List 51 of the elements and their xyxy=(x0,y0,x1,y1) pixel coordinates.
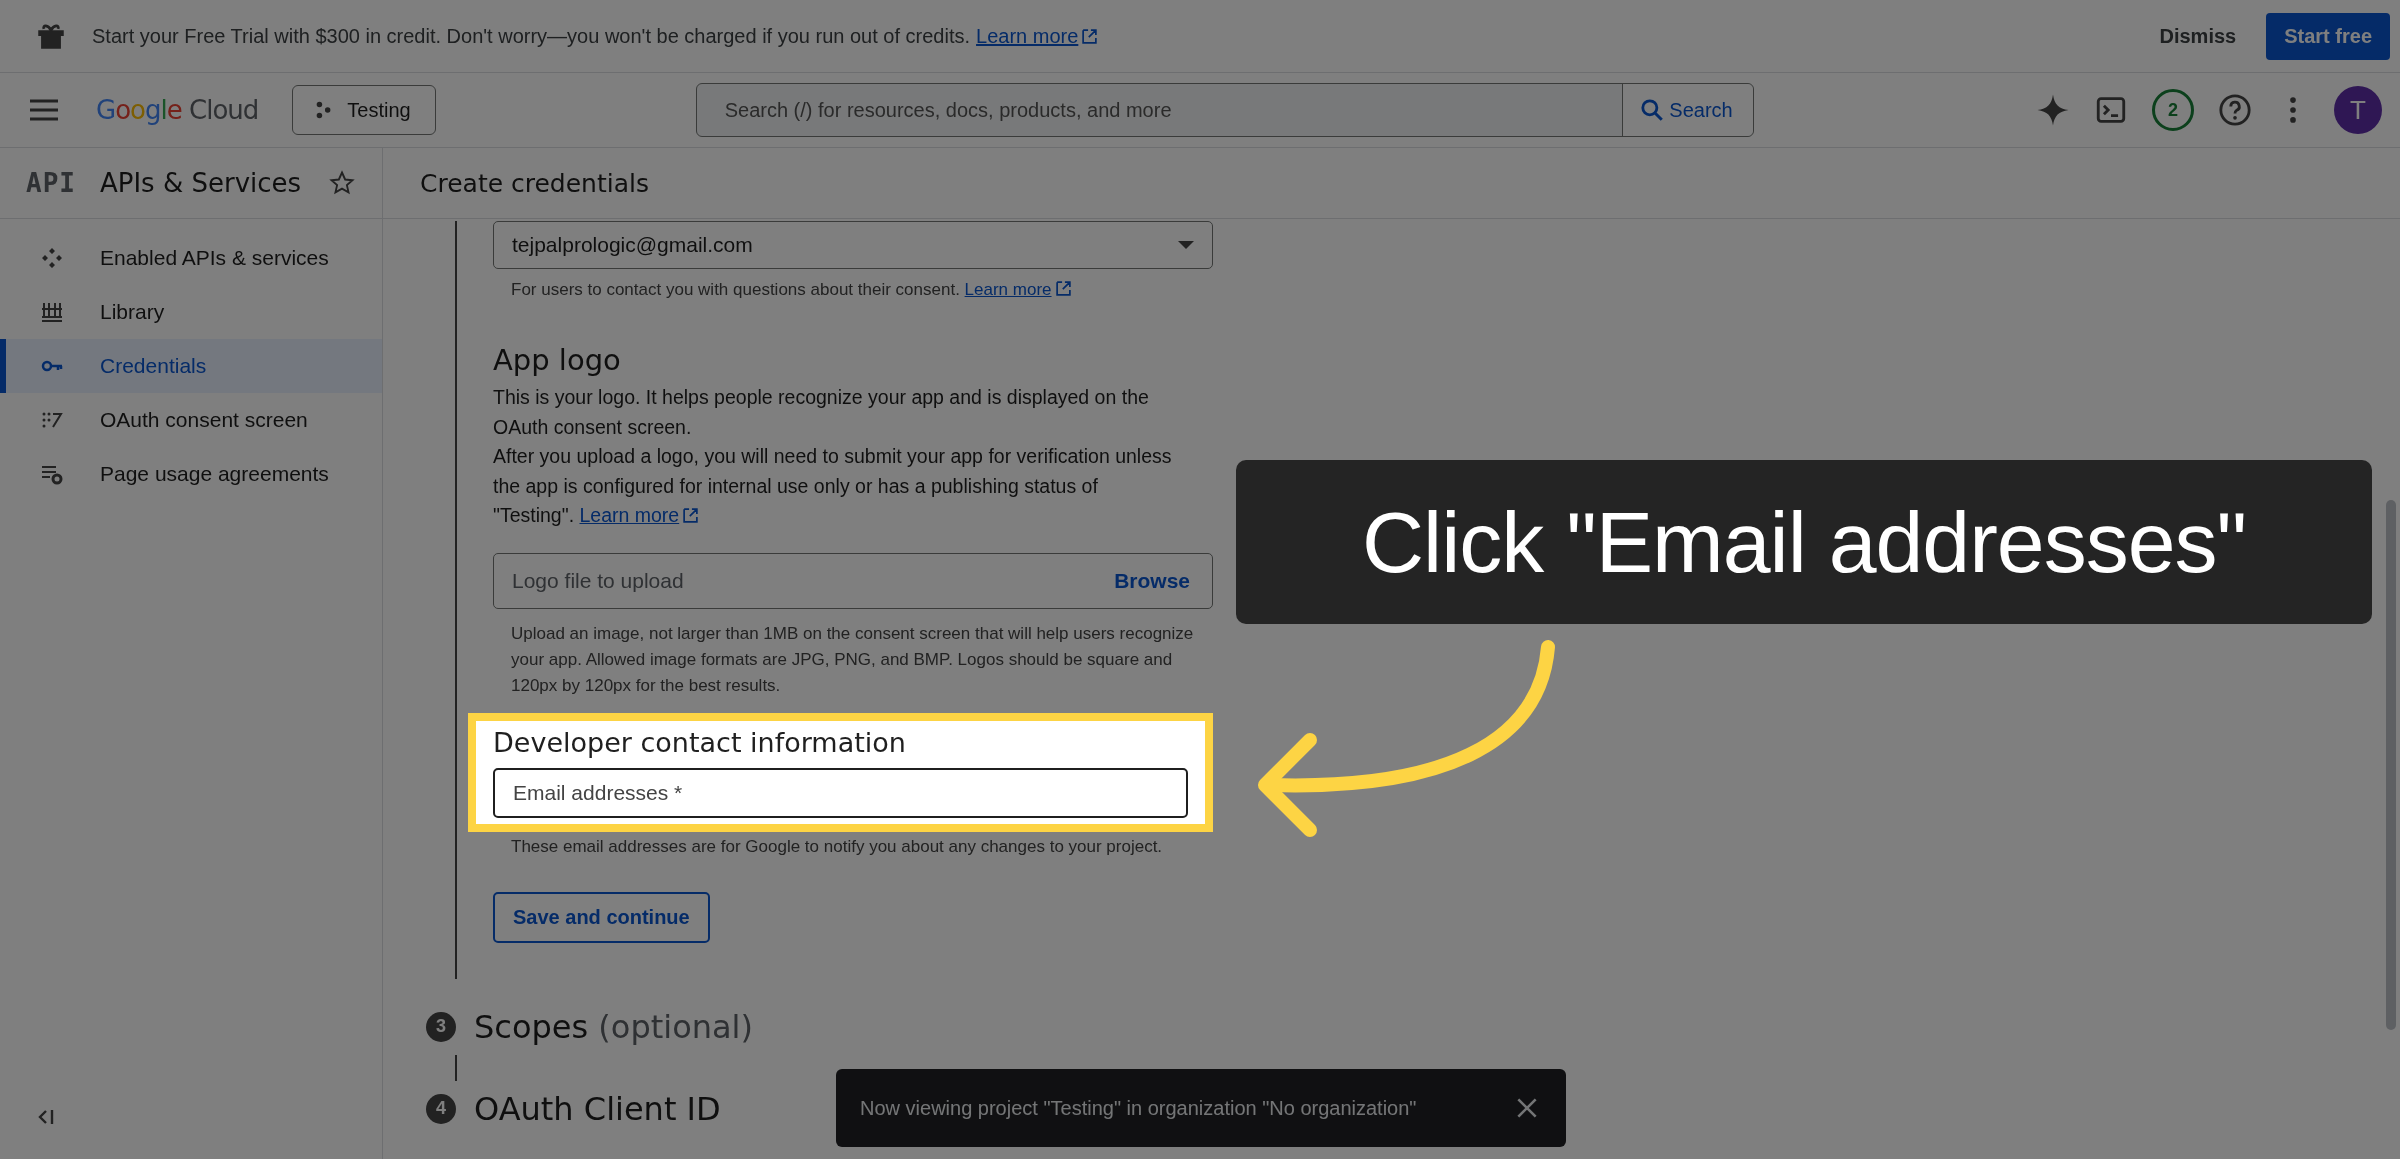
save-and-continue-button[interactable]: Save and continue xyxy=(493,891,710,943)
banner-text: Start your Free Trial with $300 in credit. Don't worry—you won't be charged if you run out of credits. xyxy=(92,24,971,48)
dropdown-caret-icon xyxy=(1178,241,1194,249)
sidebar-item[interactable]: Credentials xyxy=(0,339,382,393)
callout-tooltip: Click "Email addresses" xyxy=(1236,460,2372,624)
move-icon xyxy=(40,246,64,270)
description-text: After you upload a logo, you will need to submit your app for verification unless the app is configured for internal use only or has a publishing status of "Testing". Learn more xyxy=(493,444,1173,528)
section-heading: App logo xyxy=(493,343,622,377)
sidebar-item[interactable]: Library xyxy=(0,285,382,339)
api-logo: API xyxy=(26,168,76,198)
notification-badge[interactable]: 2 xyxy=(2152,89,2194,131)
search-button[interactable]: Search xyxy=(1622,84,1753,136)
project-picker[interactable]: Testing xyxy=(292,85,436,135)
dismiss-button[interactable]: Dismiss xyxy=(2139,12,2257,60)
external-link-icon xyxy=(682,507,700,524)
learn-more-link[interactable]: Learn more xyxy=(579,504,680,526)
library-icon xyxy=(40,300,64,324)
avatar[interactable]: T xyxy=(2334,86,2382,134)
sidebar-item[interactable]: Enabled APIs & services xyxy=(0,231,382,285)
start-free-button[interactable]: Start free xyxy=(2266,12,2390,60)
helper-text: These email addresses are for Google to notify you about any changes to your project. xyxy=(510,835,1164,858)
learn-more-link[interactable]: Learn more xyxy=(964,280,1052,299)
helper-text: For users to contact you with questions about their consent. Learn more xyxy=(493,277,1213,303)
step-title: OAuth Client ID xyxy=(474,1089,721,1128)
sparkle-icon[interactable] xyxy=(2036,93,2070,127)
description-text: This is your logo. It helps people recognize your app and is displayed on the OAuth consent screen. xyxy=(493,385,1150,440)
menu-icon[interactable] xyxy=(28,98,60,122)
sidebar-item[interactable]: Page usage agreements xyxy=(0,447,382,501)
step-title: Scopes (optional) xyxy=(474,1007,753,1046)
star-icon[interactable] xyxy=(328,169,356,197)
page-title: Create credentials xyxy=(383,148,2400,219)
external-link-icon xyxy=(1054,280,1072,297)
step-number: 4 xyxy=(426,1093,456,1124)
step-number: 3 xyxy=(426,1011,456,1042)
support-email-dropdown[interactable]: tejpalprologic@gmail.com xyxy=(493,221,1213,269)
sidebar-title: APIs & Services xyxy=(99,168,303,198)
step-connector xyxy=(455,1054,457,1081)
email-addresses-field[interactable]: Email addresses * xyxy=(493,767,1188,818)
sidebar-item[interactable]: OAuth consent screen xyxy=(0,393,382,447)
section-heading: Developer contact information xyxy=(493,726,907,758)
help-icon[interactable] xyxy=(2218,93,2252,127)
logo-upload-field[interactable]: Logo file to upload Browse xyxy=(493,552,1213,609)
toast-message: Now viewing project "Testing" in organization "No organization" xyxy=(860,1096,1418,1120)
search-field[interactable]: Search (/) for resources, docs, products, and more Search xyxy=(695,83,1754,137)
browse-button[interactable]: Browse xyxy=(1092,568,1212,593)
search-icon xyxy=(1639,97,1666,123)
google-cloud-logo[interactable]: Google Cloud xyxy=(96,95,259,125)
learn-more-link[interactable]: Learn more xyxy=(976,24,1079,48)
scrollbar-thumb[interactable] xyxy=(2386,500,2396,1030)
helper-text: Upload an image, not larger than 1MB on the consent screen that will help users recognize your app. Allowed image formats are JPG, PNG, and BMP. Logos should be square and 120px by 120px for the best results. xyxy=(510,622,1195,697)
external-link-icon xyxy=(1081,27,1099,45)
